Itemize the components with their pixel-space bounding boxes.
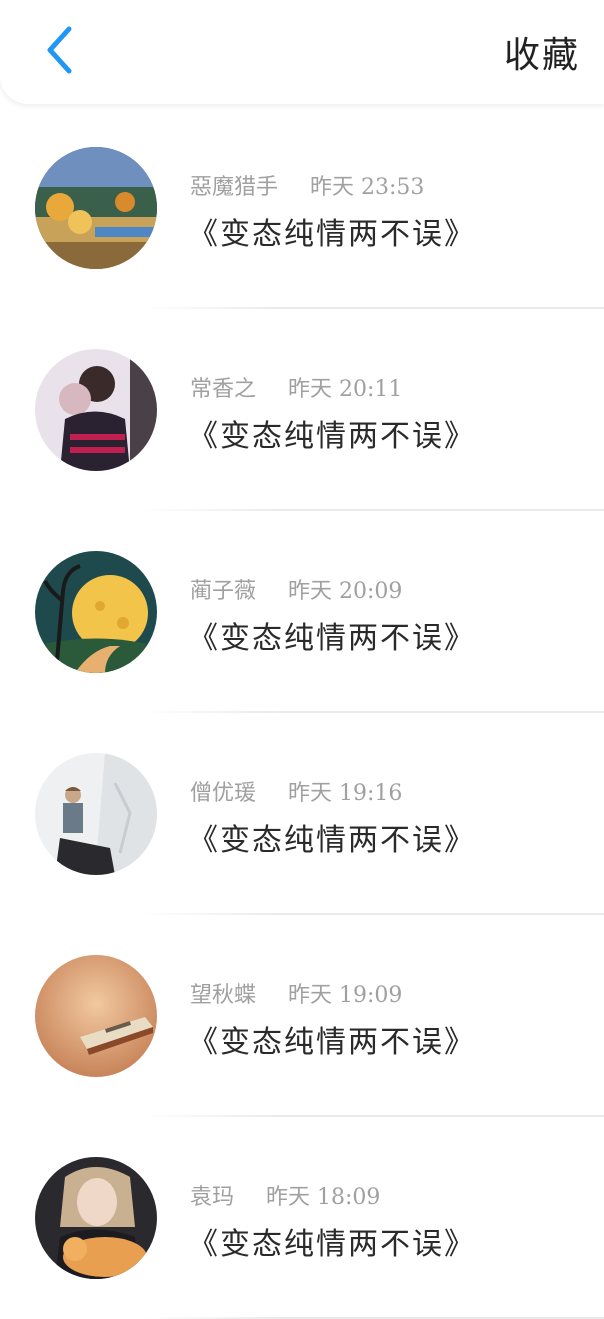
list-item[interactable]: 袁玛 昨天 18:09 《变态纯情两不误》 bbox=[0, 1117, 604, 1319]
item-title[interactable]: 《变态纯情两不误》 bbox=[188, 815, 476, 859]
item-title[interactable]: 《变态纯情两不误》 bbox=[188, 209, 476, 253]
username: 常香之 bbox=[190, 377, 257, 402]
item-title[interactable]: 《变态纯情两不误》 bbox=[188, 1219, 476, 1263]
avatar[interactable] bbox=[35, 349, 157, 471]
username: 惡魔猎手 bbox=[190, 175, 279, 200]
list-item[interactable]: 惡魔猎手 昨天 23:53 《变态纯情两不误》 bbox=[0, 107, 604, 309]
item-title[interactable]: 《变态纯情两不误》 bbox=[188, 613, 476, 657]
username: 僧优瑗 bbox=[190, 781, 257, 806]
username: 蔺子薇 bbox=[190, 579, 257, 604]
avatar[interactable] bbox=[35, 955, 157, 1077]
timestamp: 昨天 18:09 bbox=[266, 1185, 381, 1210]
timestamp: 昨天 23:53 bbox=[310, 175, 425, 200]
username: 望秋蝶 bbox=[190, 983, 257, 1008]
avatar[interactable] bbox=[35, 147, 157, 269]
list-item[interactable]: 望秋蝶 昨天 19:09 《变态纯情两不误》 bbox=[0, 915, 604, 1117]
chevron-left-icon bbox=[47, 26, 72, 74]
username: 袁玛 bbox=[190, 1185, 235, 1210]
avatar[interactable] bbox=[35, 1157, 157, 1279]
list-item[interactable]: 常香之 昨天 20:11 《变态纯情两不误》 bbox=[0, 309, 604, 511]
back-button[interactable] bbox=[34, 22, 84, 78]
timestamp: 昨天 19:16 bbox=[288, 781, 403, 806]
timestamp: 昨天 20:11 bbox=[288, 377, 403, 402]
avatar[interactable] bbox=[35, 753, 157, 875]
timestamp: 昨天 19:09 bbox=[288, 983, 403, 1008]
timestamp: 昨天 20:09 bbox=[288, 579, 403, 604]
list-item[interactable]: 蔺子薇 昨天 20:09 《变态纯情两不误》 bbox=[0, 511, 604, 713]
page-title: 收藏 bbox=[503, 35, 580, 76]
item-title[interactable]: 《变态纯情两不误》 bbox=[188, 1017, 476, 1061]
avatar[interactable] bbox=[35, 551, 157, 673]
top-bar: 收藏 bbox=[0, 0, 604, 104]
favorites-list: 惡魔猎手 昨天 23:53 《变态纯情两不误》 常香之 昨天 20:11 《变态纯情… bbox=[0, 107, 604, 1319]
item-title[interactable]: 《变态纯情两不误》 bbox=[188, 411, 476, 455]
list-item[interactable]: 僧优瑗 昨天 19:16 《变态纯情两不误》 bbox=[0, 713, 604, 915]
